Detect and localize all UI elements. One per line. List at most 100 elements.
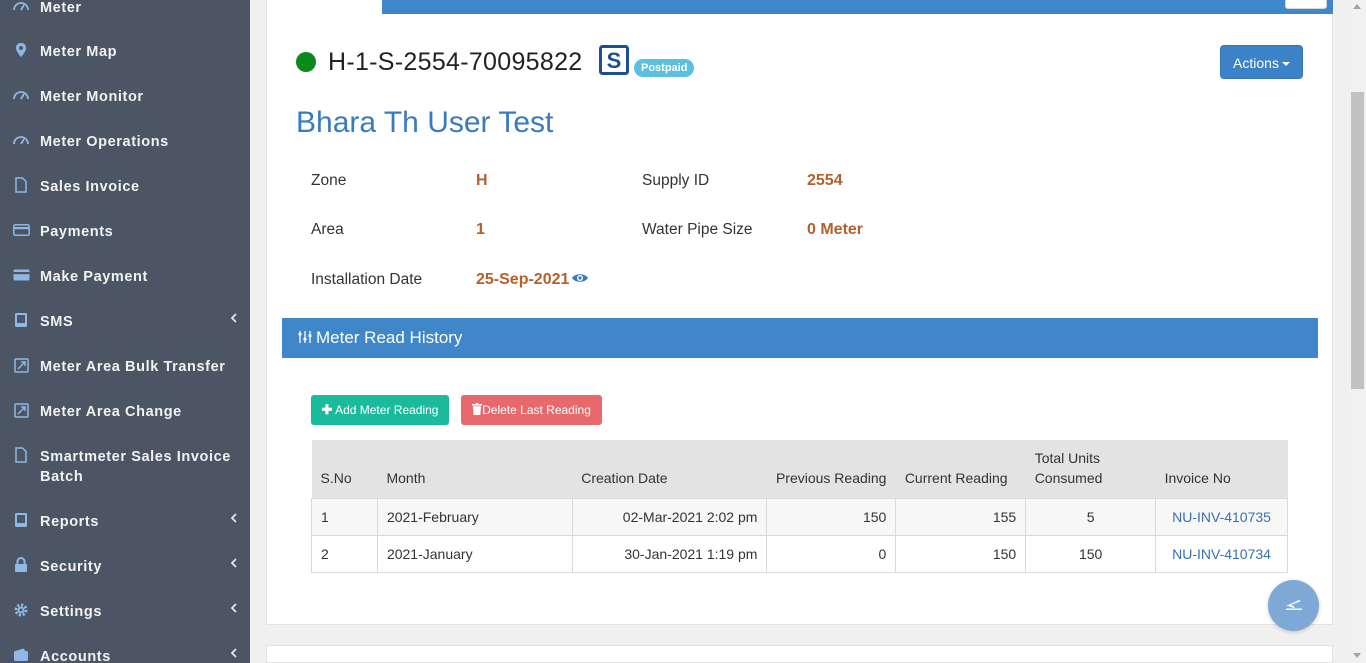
cell-total-units: 5 (1025, 497, 1157, 536)
cell-total-units: 150 (1025, 534, 1157, 573)
caret-down-icon (1281, 62, 1290, 67)
cell-month: 2021-January (376, 534, 573, 573)
sidebar-item-label: Settings (40, 604, 102, 620)
credit-card-icon (12, 222, 30, 238)
file-icon (12, 447, 30, 463)
cell-creation-date: 02-Mar-2021 2:02 pm (571, 497, 768, 536)
external-link-icon (12, 357, 30, 373)
meter-id-title: H-1-S-2554-70095822 (328, 48, 583, 76)
credit-card-icon (12, 267, 30, 283)
tablet-icon (12, 512, 30, 528)
postpaid-badge: Postpaid (634, 59, 695, 77)
water-pipe-size-value: 0 Meter (807, 221, 864, 238)
cell-previous-reading: 150 (766, 497, 897, 536)
add-meter-reading-button[interactable]: ✚ Add Meter Reading (311, 395, 449, 425)
delete-last-reading-button[interactable]: Delete Last Reading (461, 395, 602, 425)
sidebar-item-label: Meter Map (40, 44, 118, 60)
cell-previous-reading: 0 (766, 534, 897, 573)
scroll-up-arrow-icon[interactable] (1353, 4, 1361, 9)
actions-label: Actions (1233, 55, 1279, 71)
sliders-icon (298, 319, 312, 359)
invoice-link[interactable]: NU-INV-410735 (1155, 497, 1288, 536)
column-header-current-reading[interactable]: Current Reading (895, 440, 1026, 498)
table-row: 1 2021-February 02-Mar-2021 2:02 pm 150 … (311, 497, 1288, 536)
meter-read-history-table: S.No Month Creation Date Previous Readin… (311, 440, 1288, 573)
column-header-creation-date[interactable]: Creation Date (572, 440, 767, 498)
cell-sno: 2 (311, 534, 378, 573)
tab-strip (382, 0, 1333, 14)
plane-icon (1284, 596, 1304, 615)
plus-icon: ✚ (321, 402, 333, 417)
cell-month: 2021-February (376, 497, 573, 536)
file-icon (12, 177, 30, 193)
lock-icon (12, 557, 30, 573)
active-tab[interactable] (266, 0, 382, 14)
column-header-invoice-no[interactable]: Invoice No (1155, 440, 1288, 498)
table-row: 2 2021-January 30-Jan-2021 1:19 pm 0 150… (311, 534, 1288, 573)
sidebar: Meter Meter Map Meter Monitor Meter Oper… (0, 0, 250, 663)
cell-current-reading: 155 (895, 497, 1027, 536)
sidebar-item-label: SMS (40, 314, 74, 330)
status-indicator (296, 52, 316, 72)
tablet-icon (12, 312, 30, 328)
chevron-left-icon (229, 512, 239, 524)
cell-current-reading: 150 (895, 534, 1027, 573)
meter-read-history-header: Meter Read History (282, 318, 1318, 358)
sidebar-item-label: Security (40, 559, 103, 575)
section-title: Meter Read History (316, 328, 463, 347)
sidebar-item-label: Sales Invoice (40, 179, 140, 195)
wallet-icon (12, 647, 30, 663)
dashboard-icon (12, 0, 30, 14)
chevron-left-icon (229, 312, 239, 324)
column-header-sno[interactable]: S.No (311, 440, 378, 498)
scroll-down-arrow-icon[interactable] (1353, 653, 1361, 658)
smartmeter-s-icon: S (599, 45, 629, 75)
trash-icon (472, 396, 483, 426)
installation-date-value: 25-Sep-2021 (476, 271, 570, 289)
zone-value: H (476, 172, 488, 189)
water-pipe-size-label: Water Pipe Size (642, 221, 753, 238)
map-marker-icon (12, 42, 30, 58)
delete-last-reading-label: Delete Last Reading (482, 403, 591, 417)
area-value: 1 (476, 221, 485, 238)
chevron-left-icon (229, 557, 239, 569)
sidebar-item-label: Payments (40, 224, 114, 240)
sidebar-item-label: Reports (40, 514, 99, 530)
external-link-icon (12, 402, 30, 418)
svg-text:S: S (607, 48, 622, 73)
tab-strip-button[interactable] (1285, 0, 1327, 9)
secondary-panel (266, 645, 1333, 663)
chevron-left-icon (229, 647, 239, 659)
sidebar-item-label: Meter Monitor (40, 89, 144, 105)
floating-action-button[interactable] (1268, 580, 1319, 631)
installation-date-field: 25-Sep-2021 (476, 270, 589, 290)
sidebar-item-label: Make Payment (40, 269, 148, 285)
invoice-link[interactable]: NU-INV-410734 (1155, 534, 1288, 573)
dashboard-icon (12, 132, 30, 148)
supply-id-value: 2554 (807, 172, 843, 189)
add-meter-reading-label: Add Meter Reading (335, 403, 439, 417)
zone-label: Zone (311, 172, 347, 189)
column-header-month[interactable]: Month (377, 440, 573, 498)
cell-creation-date: 30-Jan-2021 1:19 pm (571, 534, 768, 573)
sidebar-item-label: Meter Operations (40, 134, 169, 150)
eye-icon[interactable] (571, 270, 589, 290)
customer-name: Bhara Th User Test (296, 106, 554, 139)
cell-sno: 1 (311, 497, 378, 536)
column-header-total-units[interactable]: Total Units Consumed (1025, 440, 1156, 498)
installation-date-label: Installation Date (311, 271, 423, 288)
sidebar-item-label: Meter Area Change (40, 404, 182, 420)
column-header-previous-reading[interactable]: Previous Reading (766, 440, 896, 498)
sidebar-item-label: Accounts (40, 649, 111, 663)
sidebar-item-label: Meter (40, 0, 82, 16)
supply-id-label: Supply ID (642, 172, 710, 189)
chevron-left-icon (229, 602, 239, 614)
dashboard-icon (12, 87, 30, 103)
actions-dropdown-button[interactable]: Actions (1220, 45, 1303, 79)
area-label: Area (311, 221, 344, 238)
gear-icon (12, 602, 30, 618)
sidebar-item-label: Meter Area Bulk Transfer (40, 359, 226, 375)
scrollbar-thumb[interactable] (1351, 92, 1364, 389)
sidebar-item-label: Smartmeter Sales Invoice Batch (40, 449, 231, 485)
table-header-row: S.No Month Creation Date Previous Readin… (311, 440, 1288, 498)
